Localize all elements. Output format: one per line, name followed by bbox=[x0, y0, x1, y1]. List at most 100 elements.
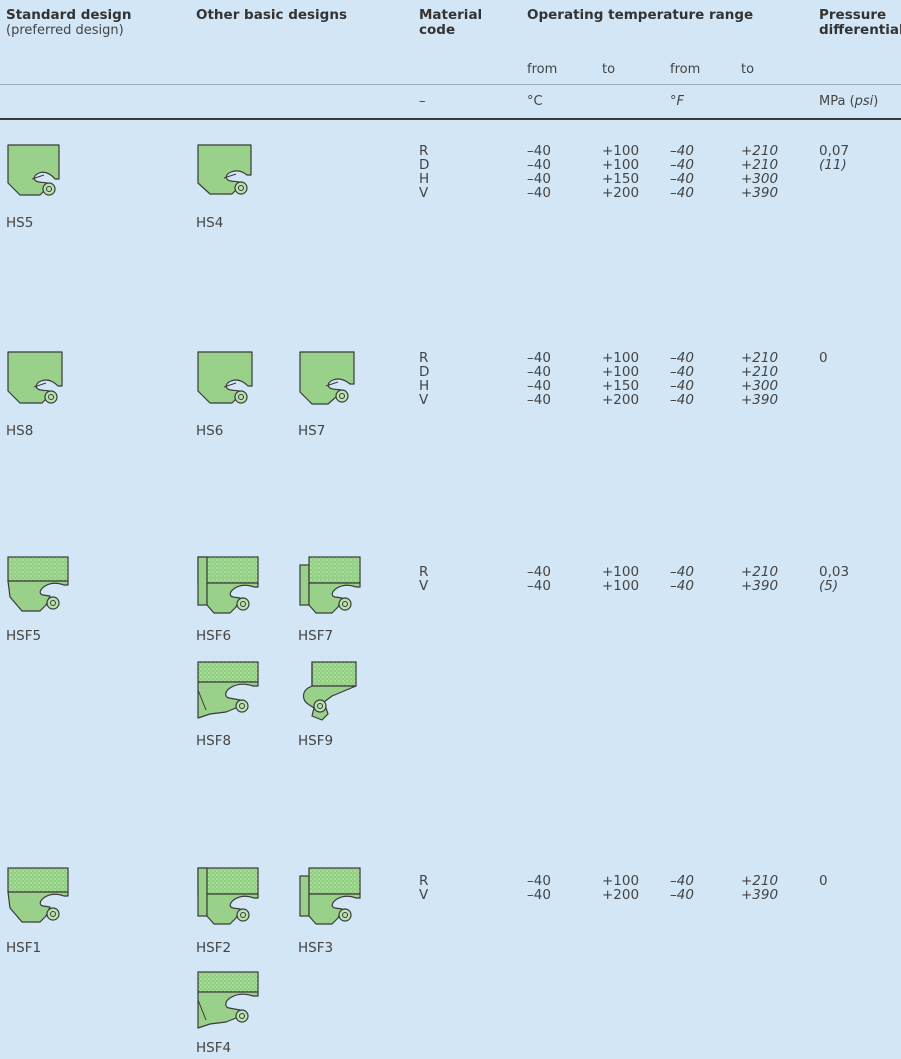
temp-to-f: +390 bbox=[741, 392, 779, 408]
design-label-hs8: HS8 bbox=[6, 423, 34, 439]
design-label-hs5: HS5 bbox=[6, 215, 34, 231]
design-label-hsf5: HSF5 bbox=[6, 628, 42, 644]
temp-to-c: +100 bbox=[602, 564, 640, 580]
to-c-row-3: +100 +100 bbox=[602, 565, 639, 593]
temp-to-c: +100 bbox=[602, 873, 640, 889]
to-f-row-1: +210 +210 +300 +390 bbox=[741, 144, 778, 200]
header-to-c: to bbox=[602, 62, 616, 77]
material-code: D bbox=[419, 364, 430, 380]
temp-from-c: –40 bbox=[527, 143, 551, 159]
temp-from-c: –40 bbox=[527, 350, 551, 366]
temp-from-f: –40 bbox=[670, 143, 694, 159]
pressure-psi: (11) bbox=[819, 157, 847, 173]
temp-to-c: +100 bbox=[602, 350, 640, 366]
material-code: V bbox=[419, 392, 429, 408]
material-code: R bbox=[419, 350, 429, 366]
from-f-row-4: –40 –40 bbox=[670, 874, 694, 902]
temp-to-c: +100 bbox=[602, 364, 640, 380]
pressure-mpa: 0 bbox=[819, 350, 828, 366]
header-from-c: from bbox=[527, 62, 558, 77]
seal-drawing-hsf2 bbox=[196, 866, 266, 930]
from-c-row-1: –40 –40 –40 –40 bbox=[527, 144, 551, 200]
material-codes-row-4: R V bbox=[419, 874, 428, 902]
design-label-hsf9: HSF9 bbox=[298, 733, 334, 749]
material-code: R bbox=[419, 564, 429, 580]
temp-to-f: +390 bbox=[741, 185, 779, 201]
temp-to-f: +300 bbox=[741, 171, 779, 187]
temp-to-c: +200 bbox=[602, 887, 640, 903]
unit-material: – bbox=[419, 94, 426, 109]
temp-to-c: +200 bbox=[602, 392, 640, 408]
from-c-row-2: –40 –40 –40 –40 bbox=[527, 351, 551, 407]
pressure-mpa: 0 bbox=[819, 873, 828, 889]
temp-to-f: +210 bbox=[741, 364, 779, 380]
seal-drawing-hs7 bbox=[298, 350, 368, 414]
temp-from-f: –40 bbox=[670, 364, 694, 380]
temp-to-f: +210 bbox=[741, 157, 779, 173]
seal-drawing-hsf4 bbox=[196, 970, 266, 1034]
design-label-hsf7: HSF7 bbox=[298, 628, 334, 644]
material-code: H bbox=[419, 171, 430, 187]
temp-from-c: –40 bbox=[527, 364, 551, 380]
pressure-mpa: 0,07 bbox=[819, 143, 850, 159]
temp-to-c: +150 bbox=[602, 171, 640, 187]
seal-drawing-hsf8 bbox=[196, 660, 266, 724]
temp-to-c: +150 bbox=[602, 378, 640, 394]
from-c-row-3: –40 –40 bbox=[527, 565, 551, 593]
temp-to-f: +210 bbox=[741, 143, 779, 159]
temp-from-c: –40 bbox=[527, 392, 551, 408]
temp-from-f: –40 bbox=[670, 873, 694, 889]
temp-from-f: –40 bbox=[670, 171, 694, 187]
seal-drawing-hsf7 bbox=[298, 555, 368, 619]
temp-to-c: +100 bbox=[602, 578, 640, 594]
material-code: D bbox=[419, 157, 430, 173]
temp-to-f: +210 bbox=[741, 350, 779, 366]
temp-from-c: –40 bbox=[527, 157, 551, 173]
pressure-psi: (5) bbox=[819, 578, 839, 594]
header-temperature-range: Operating temperature range bbox=[527, 7, 754, 23]
seal-drawing-hs6 bbox=[196, 350, 266, 414]
design-label-hsf3: HSF3 bbox=[298, 940, 334, 956]
unit-fahrenheit: °F bbox=[670, 94, 684, 109]
temp-from-c: –40 bbox=[527, 873, 551, 889]
to-c-row-4: +100 +200 bbox=[602, 874, 639, 902]
to-f-row-3: +210 +390 bbox=[741, 565, 778, 593]
temp-from-c: –40 bbox=[527, 378, 551, 394]
temp-from-c: –40 bbox=[527, 171, 551, 187]
header-other-designs: Other basic designs bbox=[196, 7, 347, 23]
header-pressure-differential: differential bbox=[819, 22, 901, 38]
seal-drawing-hsf9 bbox=[298, 660, 368, 724]
design-label-hs4: HS4 bbox=[196, 215, 224, 231]
material-code: V bbox=[419, 887, 429, 903]
material-code: V bbox=[419, 578, 429, 594]
to-c-row-1: +100 +100 +150 +200 bbox=[602, 144, 639, 200]
temp-from-f: –40 bbox=[670, 392, 694, 408]
pressure-row-4: 0 bbox=[819, 874, 828, 888]
design-label-hs6: HS6 bbox=[196, 423, 224, 439]
temp-from-f: –40 bbox=[670, 157, 694, 173]
design-label-hsf1: HSF1 bbox=[6, 940, 42, 956]
design-label-hsf2: HSF2 bbox=[196, 940, 232, 956]
header-preferred-design: (preferred design) bbox=[6, 23, 124, 38]
temp-from-f: –40 bbox=[670, 378, 694, 394]
material-codes-row-3: R V bbox=[419, 565, 428, 593]
temp-to-f: +390 bbox=[741, 887, 779, 903]
header-standard-design: Standard design bbox=[6, 7, 132, 23]
temp-to-f: +210 bbox=[741, 873, 779, 889]
design-label-hs7: HS7 bbox=[298, 423, 326, 439]
temp-to-f: +390 bbox=[741, 578, 779, 594]
temp-to-c: +100 bbox=[602, 143, 640, 159]
temp-to-c: +100 bbox=[602, 157, 640, 173]
pressure-row-2: 0 bbox=[819, 351, 828, 365]
from-f-row-1: –40 –40 –40 –40 bbox=[670, 144, 694, 200]
temp-to-f: +300 bbox=[741, 378, 779, 394]
seal-drawing-hsf1 bbox=[6, 866, 76, 930]
design-label-hsf6: HSF6 bbox=[196, 628, 232, 644]
to-f-row-2: +210 +210 +300 +390 bbox=[741, 351, 778, 407]
temp-from-c: –40 bbox=[527, 185, 551, 201]
header-divider bbox=[0, 84, 901, 85]
temp-from-c: –40 bbox=[527, 564, 551, 580]
design-label-hsf4: HSF4 bbox=[196, 1040, 232, 1056]
seal-drawing-hs5 bbox=[6, 143, 76, 207]
unit-celsius: °C bbox=[527, 94, 543, 109]
